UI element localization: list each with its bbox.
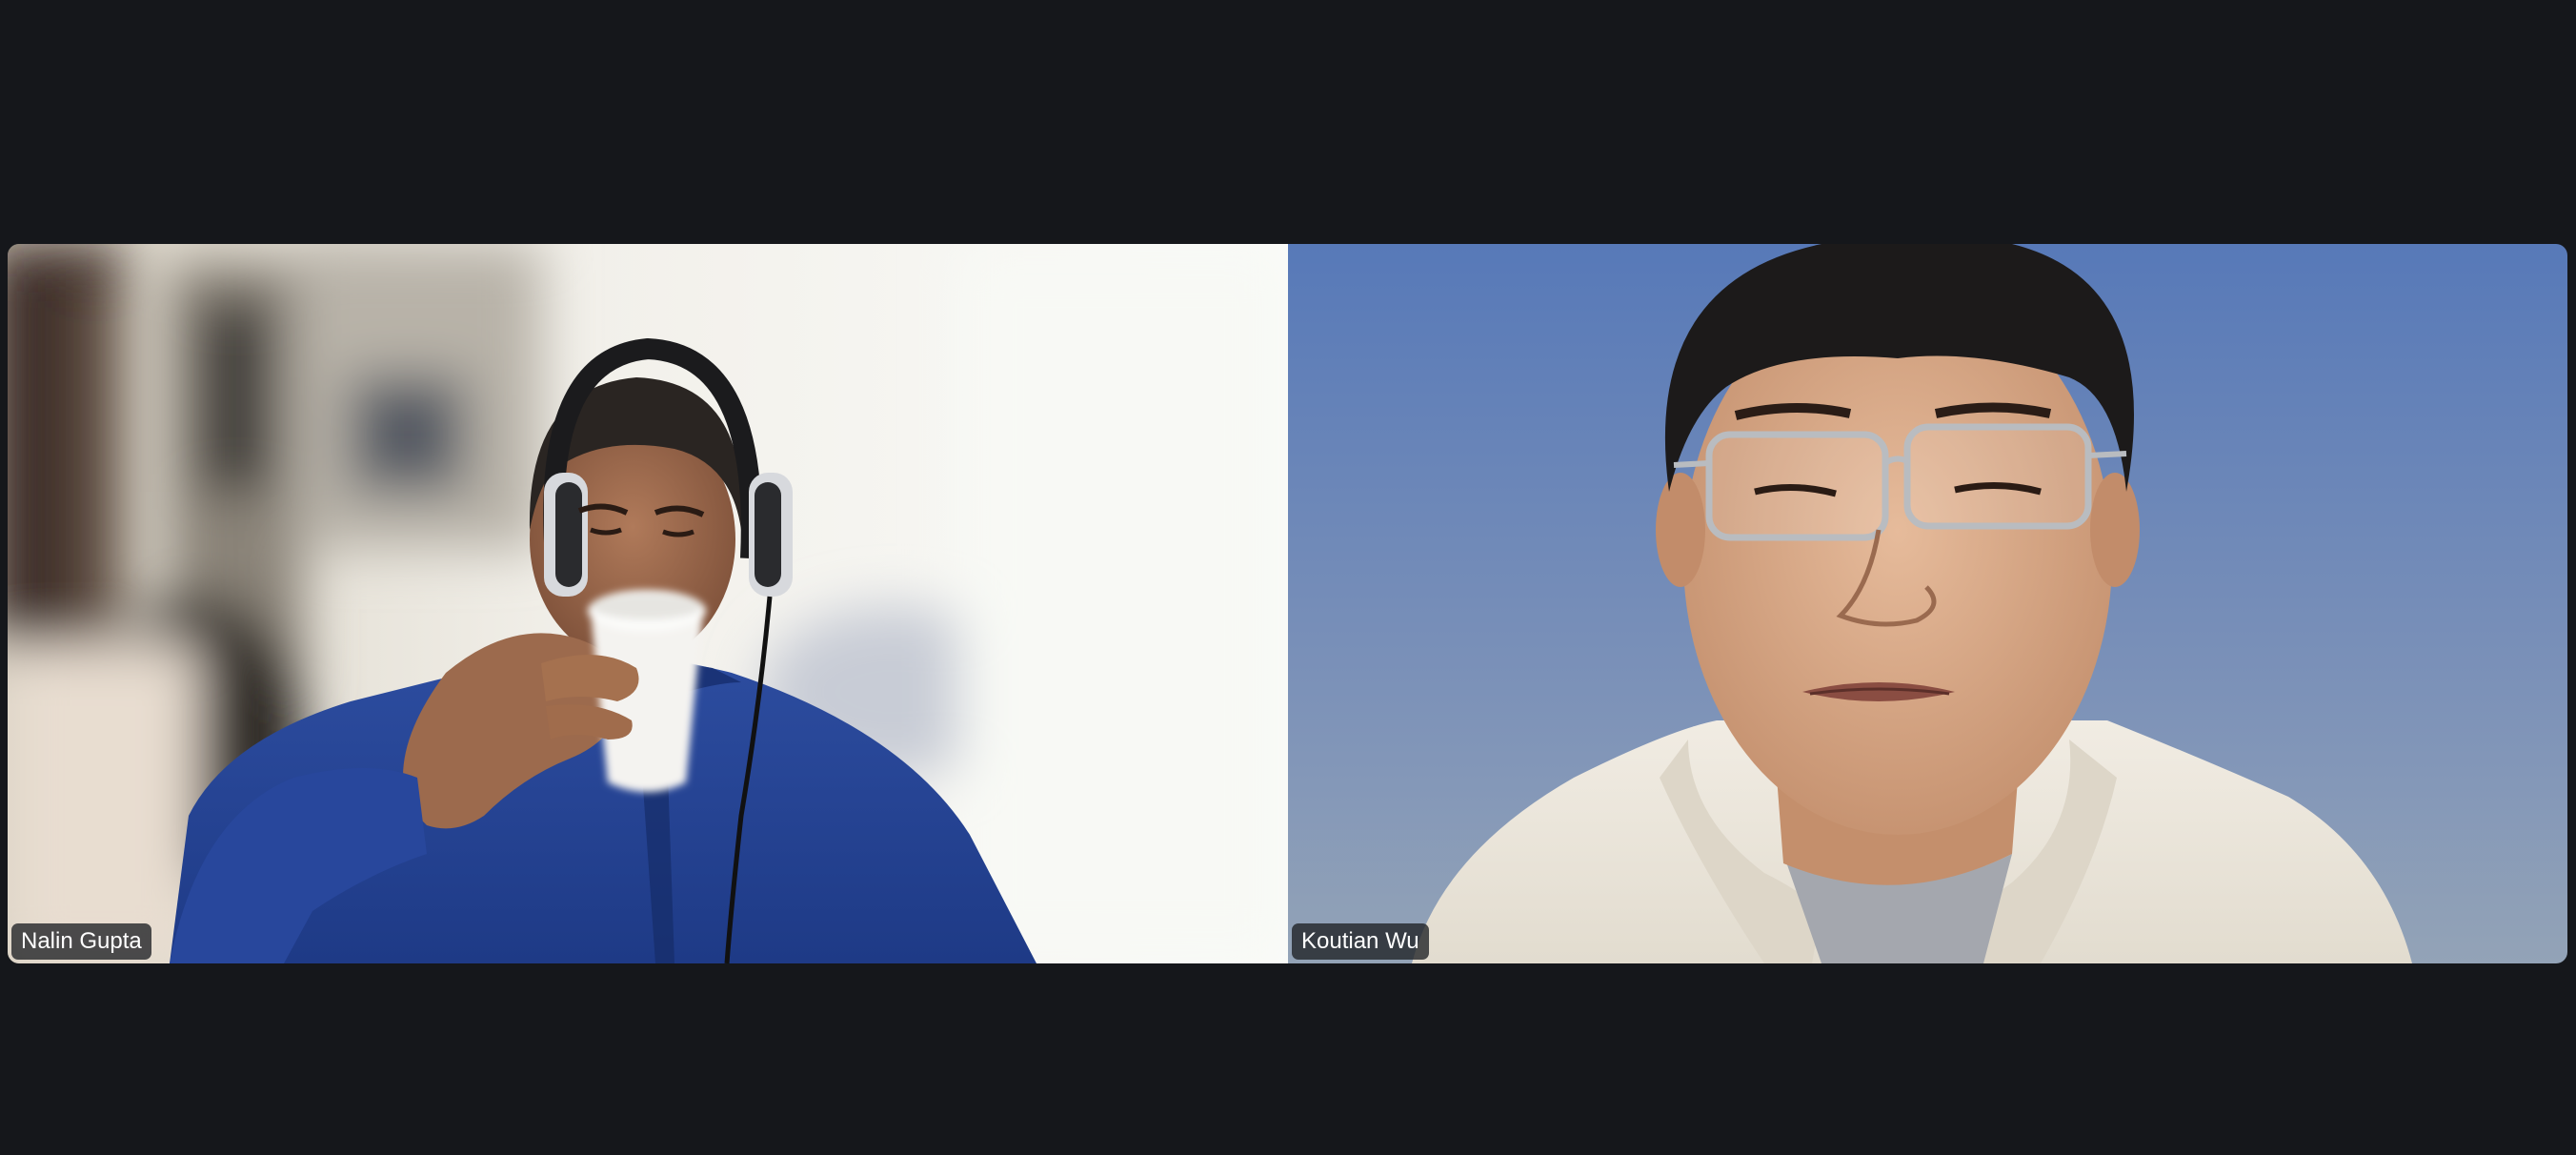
video-gallery: Nalin Gupta Koutian Wu: [0, 0, 2576, 1155]
participant-video-tile[interactable]: Koutian Wu: [1288, 244, 2567, 963]
participant-video-feed: [8, 244, 1288, 963]
participant-video-feed: [1288, 244, 2567, 963]
participant-name-tag: Nalin Gupta: [11, 923, 151, 960]
participant-video-tile[interactable]: Nalin Gupta: [8, 244, 1288, 963]
participant-name-tag: Koutian Wu: [1292, 923, 1429, 960]
